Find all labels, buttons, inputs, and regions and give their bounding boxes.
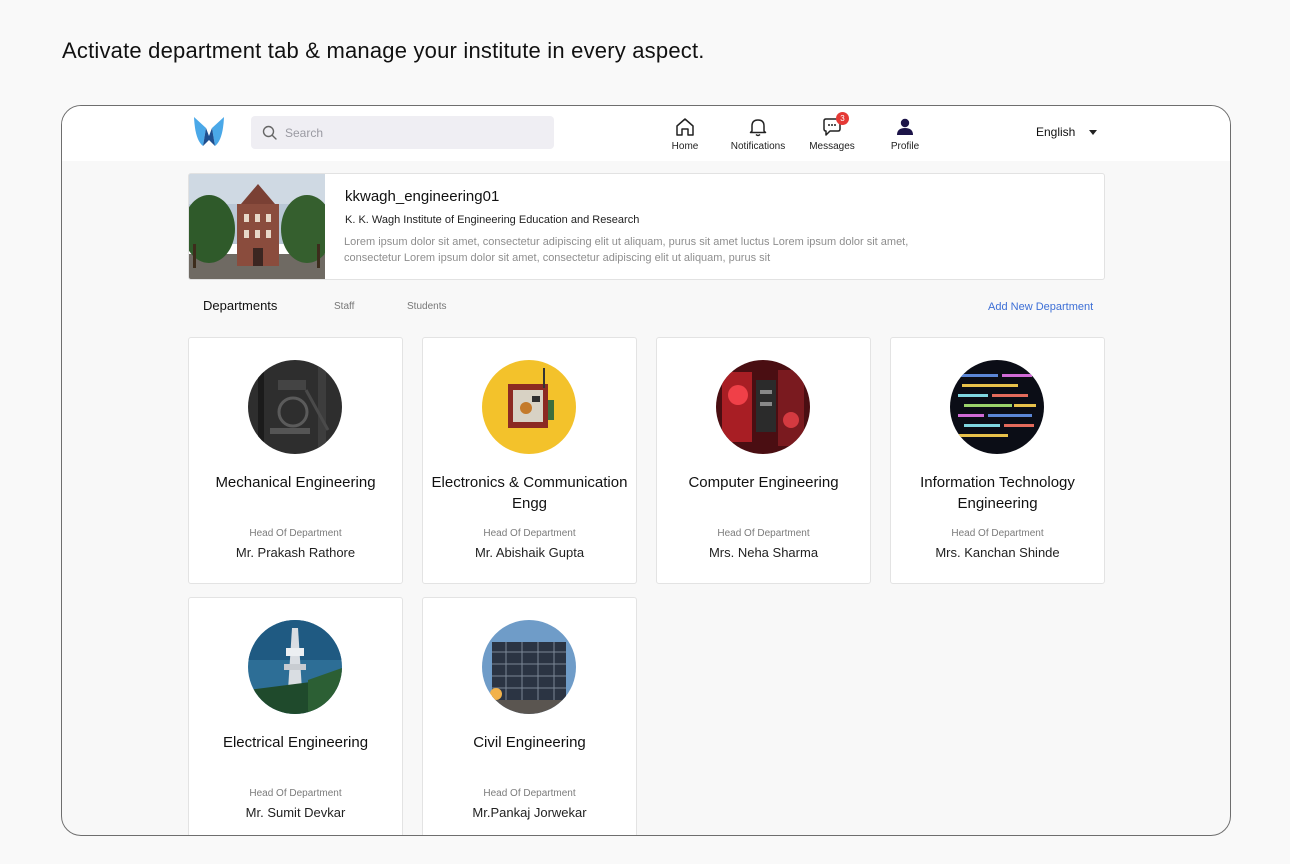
hod-label: Head Of Department [951, 528, 1044, 539]
nav-notifications-label: Notifications [730, 141, 786, 152]
nav-notifications[interactable]: Notifications [718, 116, 798, 152]
institute-name: K. K. Wagh Institute of Engineering Educ… [345, 214, 640, 226]
home-icon [676, 118, 694, 136]
language-selector[interactable]: English [1036, 125, 1098, 139]
institute-description: Lorem ipsum dolor sit amet, consectetur … [344, 236, 909, 264]
civil-photo [482, 620, 576, 714]
chevron-down-icon [1089, 129, 1098, 135]
hod-name: Mr. Abishaik Gupta [474, 545, 585, 560]
language-value: English [1036, 125, 1076, 139]
hod-label: Head Of Department [717, 528, 810, 539]
mechanical-photo [248, 360, 342, 454]
department-card-computer[interactable]: Computer Engineering Head Of Department … [656, 337, 871, 584]
hod-name: Mr. Sumit Devkar [245, 805, 346, 820]
department-card-electrical[interactable]: Electrical Engineering Head Of Departmen… [188, 597, 403, 835]
nav-profile-label: Profile [890, 141, 920, 152]
search-input[interactable] [285, 125, 535, 140]
nav-profile[interactable]: Profile [865, 116, 945, 152]
hod-label: Head Of Department [483, 788, 576, 799]
search-icon [262, 125, 277, 140]
department-name: Civil Engineering [473, 734, 586, 751]
tab-students[interactable]: Students [407, 301, 446, 312]
nav-home-label: Home [671, 141, 699, 152]
user-icon [897, 118, 913, 135]
nav-messages[interactable]: Messages 3 [792, 112, 872, 152]
nav-messages-label: Messages [809, 141, 855, 152]
computer-photo [716, 360, 810, 454]
department-card-it[interactable]: Information Technology Engineering Head … [890, 337, 1105, 584]
app-logo-icon[interactable] [192, 114, 226, 148]
department-name: Electronics & Communication Engg [431, 474, 628, 512]
top-navbar: Home Notifications Messages 3 Profile [62, 106, 1230, 161]
hod-name: Mr. Prakash Rathore [235, 545, 356, 560]
nav-home[interactable]: Home [645, 116, 725, 152]
department-name: Information Technology Engineering [920, 474, 1075, 512]
hod-label: Head Of Department [249, 788, 342, 799]
tab-departments[interactable]: Departments [203, 298, 277, 313]
institute-username: kkwagh_engineering01 [345, 188, 500, 205]
department-name: Electrical Engineering [222, 734, 369, 751]
hod-name: Mr.Pankaj Jorwekar [472, 805, 587, 820]
institute-photo [189, 174, 325, 279]
electronics-photo [482, 360, 576, 454]
department-card-civil[interactable]: Civil Engineering Head Of Department Mr.… [422, 597, 637, 835]
department-name: Computer Engineering [688, 474, 839, 491]
department-card-mechanical[interactable]: Mechanical Engineering Head Of Departmen… [188, 337, 403, 584]
messages-badge: 3 [836, 112, 849, 125]
department-name: Mechanical Engineering [215, 474, 376, 491]
page-headline: Activate department tab & manage your in… [62, 38, 705, 63]
hod-label: Head Of Department [249, 528, 342, 539]
hod-label: Head Of Department [483, 528, 576, 539]
bell-icon [749, 119, 767, 137]
tab-staff[interactable]: Staff [334, 301, 354, 312]
hod-name: Mrs. Kanchan Shinde [935, 545, 1060, 560]
add-department-link[interactable]: Add New Department [988, 301, 1093, 313]
hod-name: Mrs. Neha Sharma [708, 545, 819, 560]
electrical-photo [248, 620, 342, 714]
app-window: Home Notifications Messages 3 Profile [61, 105, 1231, 836]
department-card-electronics[interactable]: Electronics & Communication Engg Head Of… [422, 337, 637, 584]
search-bar[interactable] [251, 116, 554, 149]
it-photo [950, 360, 1044, 454]
institute-card: kkwagh_engineering01 K. K. Wagh Institut… [188, 173, 1105, 280]
